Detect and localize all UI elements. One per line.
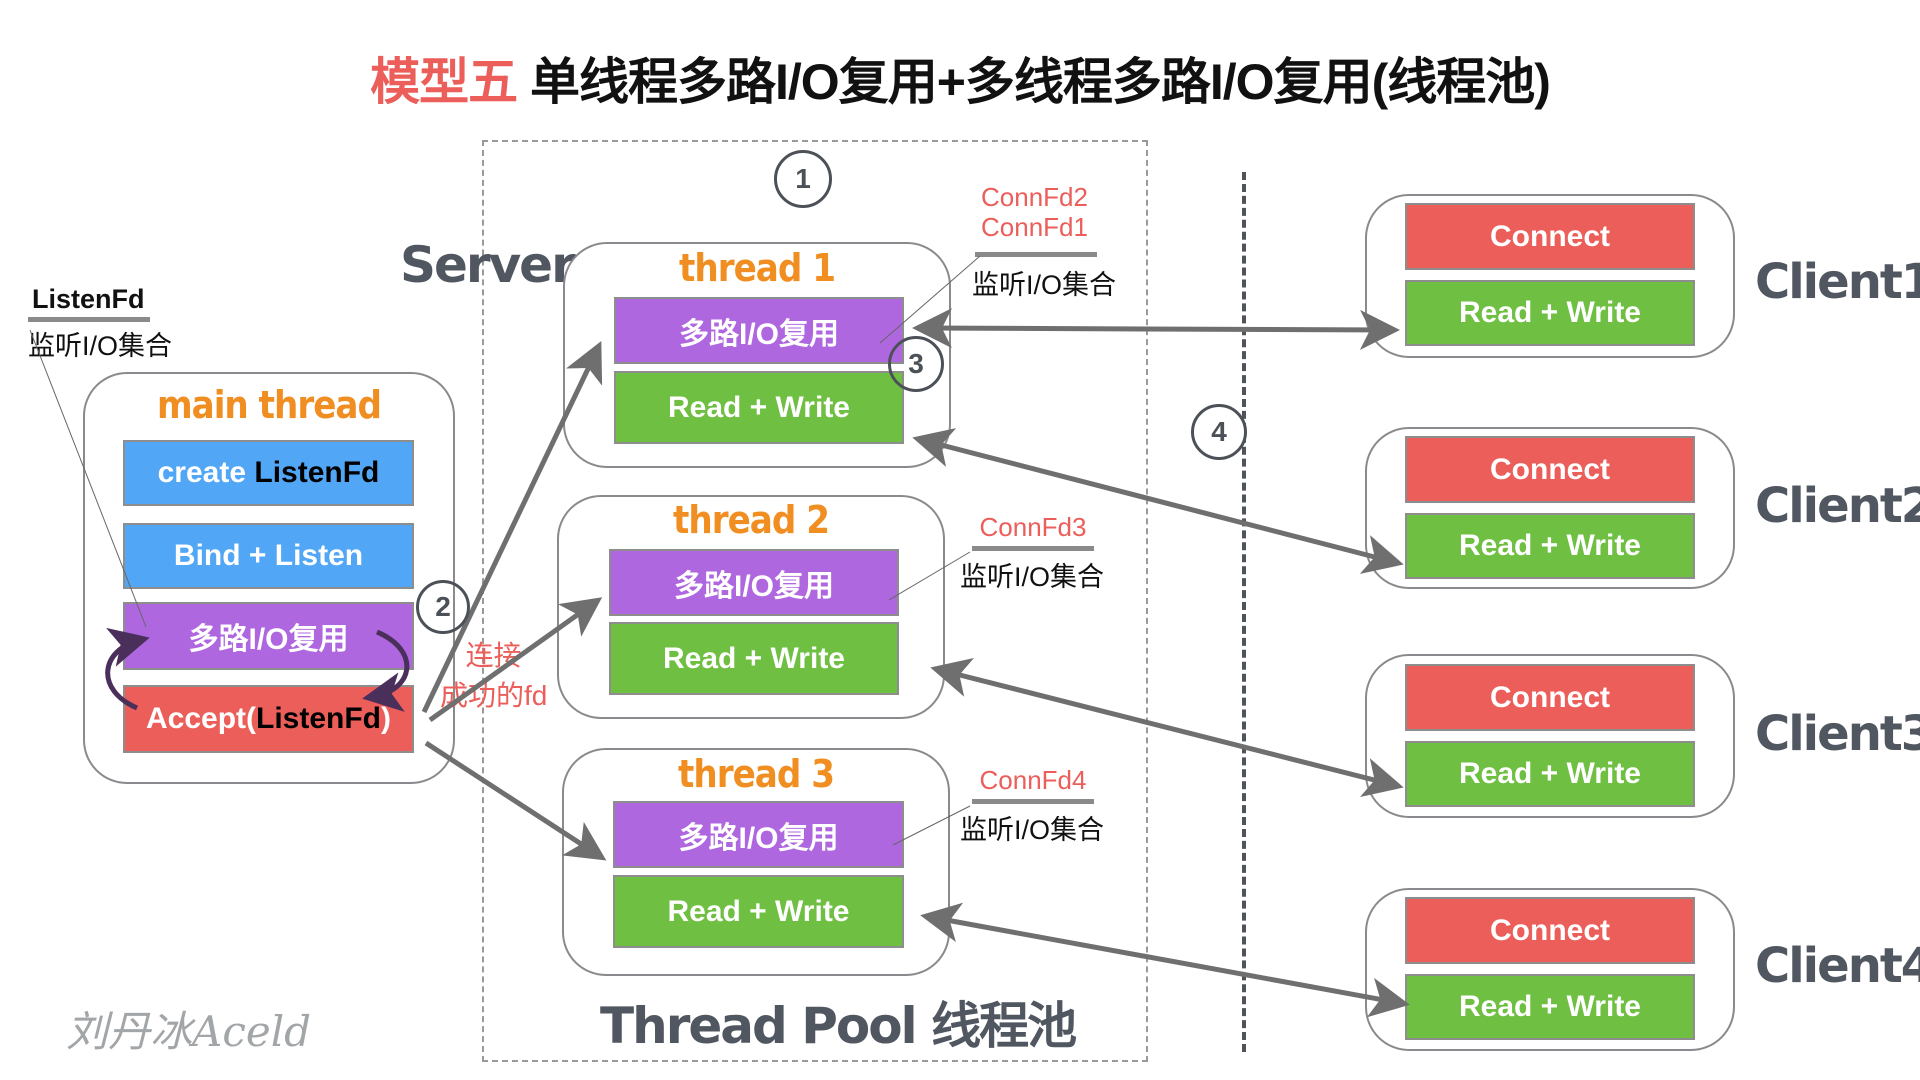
step-1-marker: 1 bbox=[774, 150, 832, 208]
dispatch-arrow-thread-1 bbox=[421, 340, 603, 714]
link-thread-3-client-4 bbox=[920, 902, 1410, 1018]
step-4-marker: 4 bbox=[1191, 404, 1247, 460]
listen-note-leader bbox=[29, 329, 147, 628]
thread-3-leader bbox=[892, 805, 971, 846]
dispatch-arrow-thread-3 bbox=[424, 740, 607, 861]
step-2-marker: 2 bbox=[416, 580, 470, 634]
connector-layer bbox=[29, 255, 1410, 1018]
link-thread-2-client-3 bbox=[930, 657, 1404, 798]
link-thread-1-client-1 bbox=[912, 308, 1400, 350]
thread-2-leader bbox=[888, 551, 971, 601]
loop-arrow-up bbox=[105, 627, 150, 711]
link-thread-1-client-2 bbox=[912, 428, 1404, 574]
step-3-marker: 3 bbox=[888, 336, 944, 392]
loop-arrow-down bbox=[362, 629, 410, 712]
